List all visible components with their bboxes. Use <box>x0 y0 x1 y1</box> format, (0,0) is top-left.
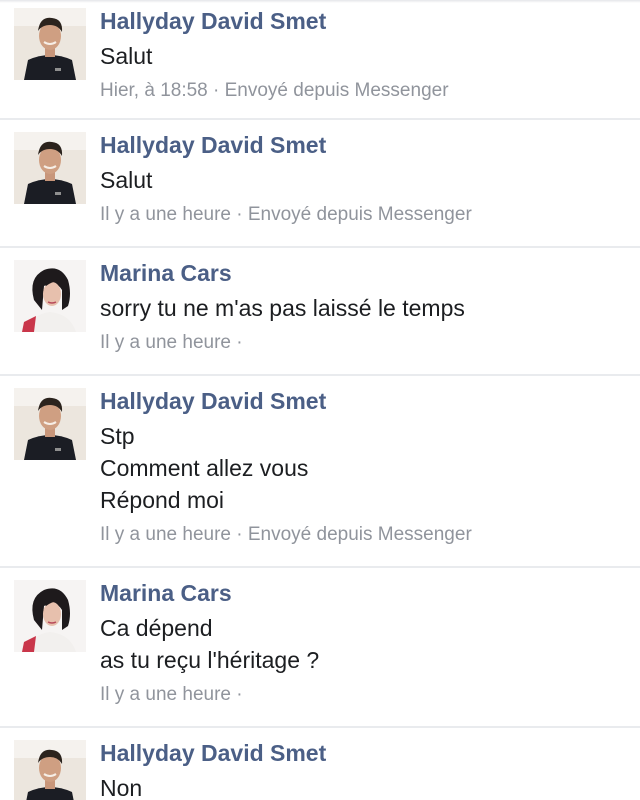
sender-name[interactable]: Hallyday David Smet <box>100 132 628 158</box>
avatar[interactable] <box>14 388 86 460</box>
message-item[interactable]: Hallyday David Smet Salut Hier, à 18:58 … <box>0 0 640 120</box>
sender-name[interactable]: Marina Cars <box>100 580 628 606</box>
avatar[interactable] <box>14 8 86 80</box>
message-text: Répond moi <box>100 487 225 513</box>
message-text: Comment allez vous <box>100 455 309 481</box>
avatar[interactable] <box>14 740 86 800</box>
sender-name[interactable]: Hallyday David Smet <box>100 740 628 766</box>
message-text: Salut <box>100 43 153 69</box>
message-item[interactable]: Marina Cars Ca dépend as tu reçu l'hérit… <box>0 572 640 728</box>
message-meta: Hier, à 18:58 · Envoyé depuis Messenger <box>100 80 449 101</box>
sender-name[interactable]: Marina Cars <box>100 260 628 286</box>
avatar[interactable] <box>14 132 86 204</box>
message-meta: Il y a une heure · <box>100 332 243 353</box>
message-thread: Hallyday David Smet Salut Hier, à 18:58 … <box>0 0 640 800</box>
sender-name[interactable]: Hallyday David Smet <box>100 8 628 34</box>
sender-name[interactable]: Hallyday David Smet <box>100 388 628 414</box>
message-item[interactable]: Hallyday David Smet Salut Il y a une heu… <box>0 124 640 248</box>
avatar[interactable] <box>14 260 86 332</box>
top-shadow <box>0 0 640 3</box>
message-item[interactable]: Marina Cars sorry tu ne m'as pas laissé … <box>0 252 640 376</box>
message-meta: Il y a une heure · Envoyé depuis Messeng… <box>100 204 472 225</box>
avatar[interactable] <box>14 580 86 652</box>
message-text: Ca dépend <box>100 615 213 641</box>
message-meta: Il y a une heure · Envoyé depuis Messeng… <box>100 524 472 545</box>
message-item[interactable]: Hallyday David Smet Stp Comment allez vo… <box>0 380 640 568</box>
message-meta: Il y a une heure · <box>100 684 243 705</box>
message-item[interactable]: Hallyday David Smet Non <box>0 732 640 800</box>
message-text: sorry tu ne m'as pas laissé le temps <box>100 295 465 321</box>
message-text: Stp <box>100 423 135 449</box>
message-text: Non <box>100 775 143 800</box>
message-text: as tu reçu l'héritage ? <box>100 647 320 673</box>
message-text: Salut <box>100 167 153 193</box>
